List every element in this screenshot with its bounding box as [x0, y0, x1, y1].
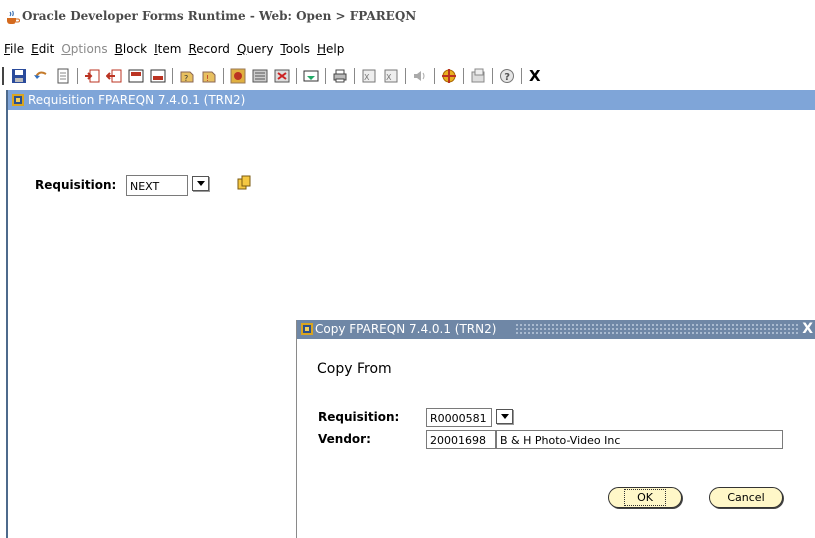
- toolbar-separator: [325, 68, 326, 84]
- requisition-label: Requisition:: [35, 178, 117, 192]
- menu-file[interactable]: File: [4, 42, 24, 56]
- form-title: Requisition FPAREQN 7.4.0.1 (TRN2): [28, 93, 246, 107]
- volume-icon[interactable]: [411, 67, 429, 85]
- next-block-icon[interactable]: [229, 67, 247, 85]
- svg-text:X: X: [386, 73, 392, 82]
- toolbar-separator: [296, 68, 297, 84]
- form-window-icon: [12, 94, 24, 106]
- svg-text:X: X: [364, 73, 370, 82]
- toolbar-separator: [463, 68, 464, 84]
- clear-record-icon[interactable]: [149, 67, 167, 85]
- insert-record-icon[interactable]: [83, 67, 101, 85]
- copy-requisition-label: Requisition:: [318, 410, 400, 424]
- toolbar-separator: [434, 68, 435, 84]
- app-title: Oracle Developer Forms Runtime - Web: Op…: [22, 9, 417, 23]
- menu-item[interactable]: Item: [154, 42, 181, 56]
- copy-requisition-lov-button[interactable]: [496, 409, 513, 424]
- toolbar-separator: [405, 68, 406, 84]
- dialog-window-icon: [301, 323, 313, 335]
- rollback-icon[interactable]: [32, 67, 50, 85]
- toolbar-separator: [223, 68, 224, 84]
- copy-requisition-icon[interactable]: [236, 175, 252, 191]
- window-icon[interactable]: [469, 67, 487, 85]
- exit-button[interactable]: X: [529, 67, 541, 85]
- export-icon[interactable]: X: [382, 67, 400, 85]
- help-icon[interactable]: ?: [498, 67, 516, 85]
- save-icon[interactable]: [10, 67, 28, 85]
- toolbar-grip: [2, 67, 6, 85]
- title-bar-pattern: [515, 323, 799, 336]
- close-icon[interactable]: X: [802, 321, 813, 337]
- java-cup-icon: [7, 10, 20, 24]
- requisition-lov-button[interactable]: [192, 176, 209, 191]
- toolbar-separator: [172, 68, 173, 84]
- toolbar-separator: [77, 68, 78, 84]
- svg-text:!: !: [206, 74, 209, 83]
- toolbar: ? ! X X ? X: [0, 64, 815, 88]
- requisition-field[interactable]: NEXT: [126, 175, 188, 196]
- vendor-name-field[interactable]: B & H Photo-Video Inc: [496, 430, 783, 449]
- execute-query-icon[interactable]: !: [200, 67, 218, 85]
- menu-bar: File Edit Options Block Item Record Quer…: [0, 38, 815, 60]
- vendor-id-field[interactable]: 20001698: [426, 430, 496, 449]
- options-icon[interactable]: [302, 67, 320, 85]
- menu-options[interactable]: Options: [61, 42, 107, 56]
- dialog-heading: Copy From: [317, 361, 392, 377]
- print-icon[interactable]: [331, 67, 349, 85]
- menu-block[interactable]: Block: [115, 42, 147, 56]
- svg-text:?: ?: [184, 74, 188, 83]
- previous-block-icon[interactable]: [251, 67, 269, 85]
- menu-edit[interactable]: Edit: [31, 42, 54, 56]
- toolbar-separator: [354, 68, 355, 84]
- toolbar-separator: [521, 68, 522, 84]
- menu-help[interactable]: Help: [317, 42, 344, 56]
- menu-record[interactable]: Record: [188, 42, 229, 56]
- enter-query-icon[interactable]: ?: [178, 67, 196, 85]
- remove-record-icon[interactable]: [105, 67, 123, 85]
- list-values-icon[interactable]: X: [360, 67, 378, 85]
- app-title-bar: Oracle Developer Forms Runtime - Web: Op…: [0, 0, 815, 36]
- ok-button[interactable]: OK: [608, 487, 682, 508]
- print-page-icon[interactable]: [54, 67, 72, 85]
- copy-dialog: Copy FPAREQN 7.4.0.1 (TRN2) X Copy From …: [296, 320, 815, 538]
- menu-query[interactable]: Query: [237, 42, 273, 56]
- cancel-button[interactable]: Cancel: [709, 487, 783, 508]
- dialog-title: Copy FPAREQN 7.4.0.1 (TRN2): [315, 322, 497, 336]
- form-title-bar: Requisition FPAREQN 7.4.0.1 (TRN2): [8, 90, 815, 110]
- svg-text:?: ?: [504, 72, 510, 83]
- toolbar-separator: [492, 68, 493, 84]
- ok-button-label: OK: [624, 489, 666, 506]
- copy-requisition-field[interactable]: R0000581: [426, 408, 492, 427]
- target-icon[interactable]: [440, 67, 458, 85]
- duplicate-record-icon[interactable]: [127, 67, 145, 85]
- menu-tools[interactable]: Tools: [280, 42, 310, 56]
- delete-block-icon[interactable]: [273, 67, 291, 85]
- vendor-label: Vendor:: [318, 432, 371, 446]
- dialog-title-bar: Copy FPAREQN 7.4.0.1 (TRN2) X: [297, 320, 815, 339]
